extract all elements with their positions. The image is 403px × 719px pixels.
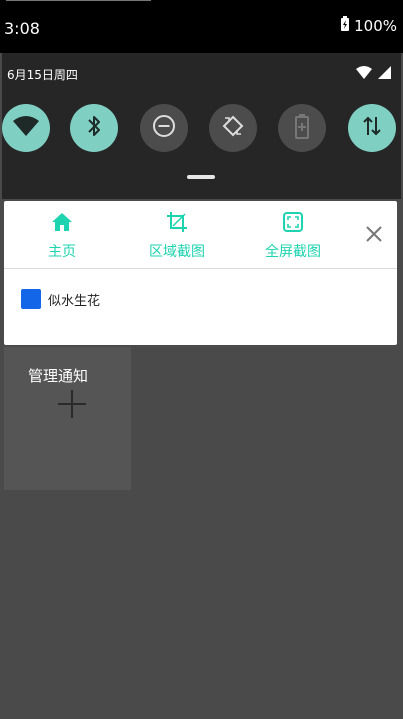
status-time: 3:08 xyxy=(4,19,40,38)
auto-rotate-tile[interactable] xyxy=(209,104,257,152)
battery-percent: 100% xyxy=(354,17,397,35)
quick-settings-panel: 6月15日周四 xyxy=(2,53,401,199)
nav-fullscreen-screenshot[interactable]: 全屏截图 xyxy=(262,211,324,261)
crop-icon xyxy=(166,212,188,237)
auto-rotate-icon xyxy=(221,114,245,142)
qs-status-icons xyxy=(356,64,391,83)
close-icon xyxy=(363,226,385,249)
app-name: 似水生花 xyxy=(48,293,101,309)
card-divider xyxy=(4,268,397,269)
battery-charging-icon xyxy=(340,16,350,36)
nav-home[interactable]: 主页 xyxy=(47,211,77,261)
wifi-icon xyxy=(13,116,39,140)
plus-icon xyxy=(56,388,88,420)
top-divider xyxy=(6,0,151,1)
panel-drag-handle[interactable] xyxy=(187,175,215,179)
app-icon xyxy=(21,289,41,309)
battery-saver-tile[interactable] xyxy=(278,104,326,152)
cell-signal-icon xyxy=(378,64,391,83)
wifi-signal-icon xyxy=(356,64,372,83)
do-not-disturb-icon xyxy=(152,114,176,142)
data-transfer-tile[interactable] xyxy=(348,104,396,152)
status-bar: 3:08 100% xyxy=(0,0,403,53)
bluetooth-tile[interactable] xyxy=(70,104,118,152)
bluetooth-icon xyxy=(86,114,102,142)
notification-app-row[interactable]: 似水生花 xyxy=(21,289,100,309)
nav-region-label: 区域截图 xyxy=(149,244,205,260)
notification-card: 主页 区域截图 全屏截图 似水生花 xyxy=(4,201,397,345)
manage-notifications-card[interactable]: 管理通知 xyxy=(4,347,131,490)
nav-fullscreen-label: 全屏截图 xyxy=(265,244,321,260)
status-right: 100% xyxy=(340,16,397,36)
manage-notifications-title: 管理通知 xyxy=(28,367,89,385)
home-icon xyxy=(51,213,73,237)
nav-region-screenshot[interactable]: 区域截图 xyxy=(146,211,208,261)
do-not-disturb-tile[interactable] xyxy=(140,104,188,152)
wifi-tile[interactable] xyxy=(2,104,50,152)
fullscreen-icon xyxy=(282,212,304,237)
data-transfer-icon xyxy=(362,115,382,141)
date-label: 6月15日周四 xyxy=(7,68,78,82)
nav-home-label: 主页 xyxy=(48,244,76,260)
close-button[interactable] xyxy=(363,223,385,245)
battery-saver-icon xyxy=(294,113,310,143)
